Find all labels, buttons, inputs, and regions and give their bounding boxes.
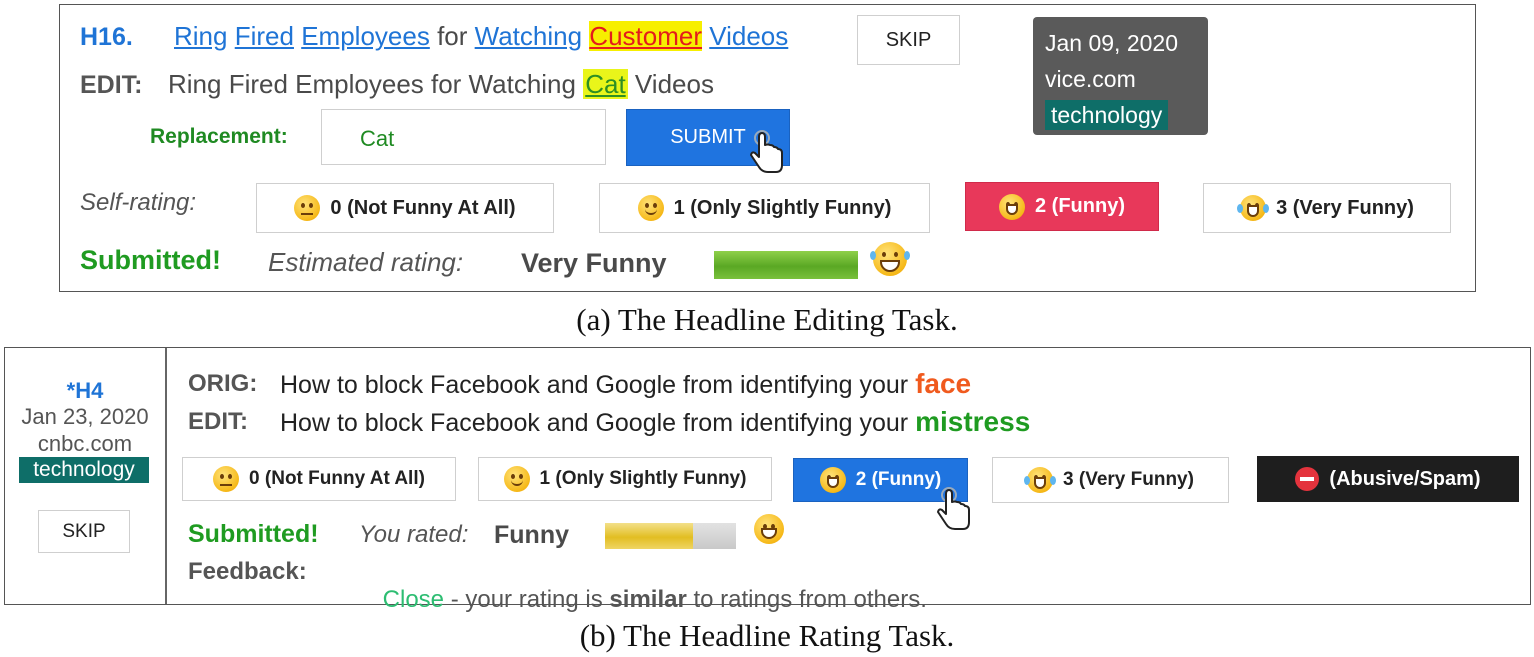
rating-label: 1 (Only Slightly Funny) — [673, 196, 892, 219]
grin-face-icon — [754, 514, 784, 544]
headline-word-link[interactable]: Employees — [301, 21, 430, 51]
edited-headline-text-end: Videos — [634, 69, 714, 99]
abusive-spam-button[interactable]: (Abusive/Spam) — [1257, 456, 1519, 502]
orig-text: How to block Facebook and Google from id… — [280, 371, 909, 399]
neutral-face-icon — [213, 466, 240, 492]
rating-label: 0 (Not Funny At All) — [330, 196, 516, 219]
feedback-mid: - your rating is — [444, 586, 610, 613]
headline-word-link[interactable]: Fired — [235, 21, 294, 51]
original-headline: Ring Fired Employees for Watching Custom… — [174, 21, 788, 52]
tears-of-joy-icon — [870, 242, 910, 276]
rating-label: 2 (Funny) — [855, 469, 942, 490]
feedback-similar: similar — [609, 586, 687, 613]
rating-label: 3 (Very Funny) — [1063, 469, 1194, 490]
self-rating-label: Self-rating: — [80, 189, 197, 216]
rating-button-3[interactable]: 3 (Very Funny) — [1203, 183, 1451, 233]
feedback-end: to ratings from others. — [686, 586, 927, 613]
headline-id: H16. — [80, 23, 133, 51]
you-rated-value: Funny — [494, 521, 569, 549]
rating-label: (Abusive/Spam) — [1329, 467, 1481, 490]
meta-source: cnbc.com — [37, 431, 133, 456]
tears-of-joy-icon — [1237, 195, 1270, 221]
rating-button-0[interactable]: 0 (Not Funny At All) — [256, 183, 554, 233]
rating-label: 3 (Very Funny) — [1276, 196, 1414, 219]
rating-button-1[interactable]: 1 (Only Slightly Funny) — [478, 457, 772, 501]
edit-word: mistress — [915, 406, 1031, 437]
edited-headline: How to block Facebook and Google from id… — [280, 406, 1030, 438]
rating-label: 2 (Funny) — [1035, 195, 1125, 217]
skip-button[interactable]: SKIP — [857, 15, 960, 65]
rating-button-2-selected[interactable]: 2 (Funny) — [965, 182, 1159, 231]
rated-bar — [605, 523, 736, 549]
rating-button-0[interactable]: 0 (Not Funny At All) — [182, 457, 456, 501]
estimated-rating-label: Estimated rating: — [268, 247, 464, 277]
feedback-close: Close — [382, 586, 445, 613]
hand-pointer-icon — [750, 130, 783, 173]
hand-pointer-icon — [937, 487, 970, 530]
editing-task-panel: H16. Ring Fired Employees for Watching C… — [59, 4, 1476, 292]
editing-caption: (a) The Headline Editing Task. — [576, 302, 958, 337]
meta-date: Jan 09, 2020 — [1045, 30, 1179, 56]
rating-label: 1 (Only Slightly Funny) — [539, 468, 747, 489]
rating-button-1[interactable]: 1 (Only Slightly Funny) — [599, 183, 930, 233]
tears-of-joy-icon — [1024, 467, 1057, 493]
submitted-label: Submitted! — [80, 245, 221, 275]
original-headline: How to block Facebook and Google from id… — [280, 368, 971, 400]
meta-date: Jan 23, 2020 — [21, 404, 149, 429]
neutral-face-icon — [294, 195, 321, 221]
skip-button[interactable]: SKIP — [38, 510, 130, 553]
rating-button-3[interactable]: 3 (Very Funny) — [992, 457, 1229, 503]
rating-sidebar: *H4 Jan 23, 2020 cnbc.com technology SKI… — [5, 348, 167, 604]
edited-headline: Ring Fired Employees for Watching Cat Vi… — [168, 69, 714, 100]
estimated-rating-bar — [714, 251, 858, 279]
headline-word-link[interactable]: Ring — [174, 21, 227, 51]
edit-label: EDIT: — [188, 408, 248, 435]
edited-headline-text: Ring Fired Employees for Watching — [168, 69, 576, 99]
headline-word: for — [437, 21, 468, 51]
headline-word-link[interactable]: Watching — [475, 21, 582, 51]
edit-label: EDIT: — [80, 71, 143, 99]
meta-source: vice.com — [1045, 66, 1136, 92]
grin-face-icon — [819, 467, 846, 493]
rating-task-panel: *H4 Jan 23, 2020 cnbc.com technology SKI… — [4, 347, 1531, 613]
grin-face-icon — [999, 193, 1025, 220]
rating-caption: (b) The Headline Rating Task. — [579, 618, 955, 653]
rating-label: 0 (Not Funny At All) — [249, 468, 425, 489]
estimated-rating-bar-fill — [714, 251, 858, 279]
edited-word: Cat — [583, 69, 628, 99]
replacement-label: Replacement: — [150, 125, 288, 148]
headline-id: *H4 — [66, 378, 104, 403]
slight-smile-icon — [637, 195, 664, 221]
estimated-rating-value: Very Funny — [521, 248, 667, 278]
meta-category-badge: technology — [19, 457, 149, 483]
slight-smile-icon — [503, 466, 530, 492]
no-entry-icon — [1295, 467, 1320, 491]
edit-text: How to block Facebook and Google from id… — [280, 409, 909, 437]
orig-word: face — [915, 368, 972, 399]
orig-label: ORIG: — [188, 370, 258, 397]
you-rated-label: You rated: — [359, 521, 469, 548]
headline-meta-tooltip: Jan 09, 2020 vice.com technology — [1033, 17, 1208, 135]
headline-word-selected[interactable]: Customer — [589, 21, 702, 51]
headline-word-link[interactable]: Videos — [709, 21, 788, 51]
submitted-label: Submitted! — [188, 520, 319, 548]
replacement-input[interactable]: Cat — [321, 109, 606, 165]
feedback-label: Feedback: — [188, 558, 307, 585]
rated-bar-fill — [605, 523, 693, 549]
meta-category-badge: technology — [1045, 100, 1169, 130]
